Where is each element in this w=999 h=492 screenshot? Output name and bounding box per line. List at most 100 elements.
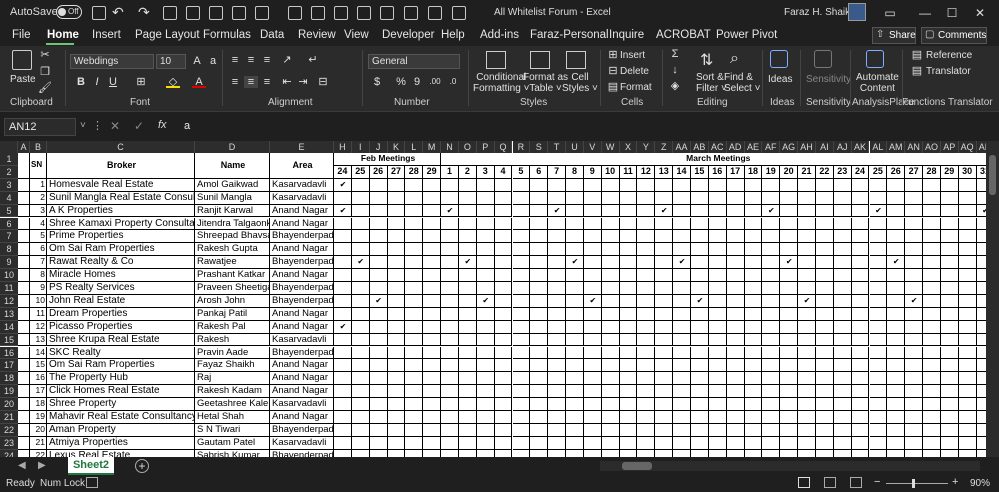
meeting-cell[interactable]: [923, 307, 941, 321]
meeting-cell[interactable]: [744, 191, 763, 205]
meeting-cell[interactable]: [673, 385, 691, 399]
cell-a[interactable]: [18, 333, 30, 347]
meeting-cell[interactable]: [958, 243, 977, 257]
meeting-cell[interactable]: [691, 230, 709, 244]
meeting-cell[interactable]: [815, 191, 834, 205]
meeting-cell[interactable]: [958, 411, 977, 424]
meeting-cell[interactable]: [548, 282, 567, 295]
sn-cell[interactable]: 2: [30, 191, 47, 205]
meeting-cell[interactable]: [495, 449, 513, 457]
zoom-in-icon[interactable]: +: [952, 476, 958, 488]
meeting-cell[interactable]: [458, 320, 477, 334]
meeting-cell[interactable]: [691, 217, 709, 231]
meeting-cell[interactable]: [869, 411, 888, 424]
meeting-cell[interactable]: [976, 372, 986, 386]
meeting-cell[interactable]: [405, 411, 424, 424]
meeting-cell[interactable]: [619, 333, 638, 347]
column-header[interactable]: J: [369, 141, 388, 153]
meeting-cell[interactable]: [726, 178, 745, 192]
meeting-cell[interactable]: [637, 269, 656, 282]
menu-power-pivot[interactable]: Power Pivot: [716, 29, 777, 41]
meeting-cell[interactable]: [887, 346, 906, 360]
meeting-cell[interactable]: [691, 320, 709, 334]
number-format-dropdown[interactable]: General: [368, 54, 460, 69]
meeting-cell[interactable]: [798, 372, 816, 386]
wrap-text-icon[interactable]: ↵: [306, 54, 320, 66]
meeting-cell[interactable]: [619, 243, 638, 257]
meeting-cell[interactable]: [887, 372, 906, 386]
meeting-cell[interactable]: [583, 243, 602, 257]
meeting-cell[interactable]: [887, 204, 906, 218]
sn-cell[interactable]: 10: [30, 294, 47, 308]
meeting-cell[interactable]: [655, 385, 674, 399]
area-cell[interactable]: Kasarvadavli: [270, 333, 334, 347]
meeting-cell[interactable]: [601, 398, 620, 411]
name-cell[interactable]: S N Tiwari: [195, 423, 270, 437]
meeting-cell[interactable]: [976, 218, 986, 231]
meeting-cell[interactable]: [940, 333, 959, 347]
meeting-cell[interactable]: [494, 269, 513, 282]
meeting-cell[interactable]: [726, 269, 745, 282]
meeting-cell[interactable]: [458, 372, 477, 386]
area-cell[interactable]: Anand Nagar: [270, 372, 334, 386]
meeting-cell[interactable]: [351, 411, 370, 424]
sn-cell[interactable]: 7: [30, 256, 47, 270]
meeting-cell[interactable]: [477, 449, 495, 457]
meeting-cell[interactable]: [851, 230, 870, 244]
meeting-cell[interactable]: [476, 204, 495, 218]
meeting-cell[interactable]: [976, 347, 986, 360]
meeting-cell[interactable]: [637, 398, 656, 411]
broker-cell[interactable]: Aman Property: [47, 423, 195, 437]
meeting-cell[interactable]: [851, 436, 870, 450]
row-header[interactable]: 15: [0, 333, 18, 347]
meeting-cell[interactable]: [441, 385, 459, 399]
meeting-cell[interactable]: [369, 178, 388, 192]
meeting-cell[interactable]: [976, 179, 986, 192]
meeting-cell[interactable]: [405, 436, 424, 450]
area-cell[interactable]: Bhayenderpada: [270, 449, 334, 457]
meeting-cell[interactable]: [815, 333, 834, 347]
meeting-cell[interactable]: [923, 256, 941, 270]
cell-a[interactable]: [18, 346, 30, 360]
meeting-cell[interactable]: [762, 333, 781, 347]
formula-input[interactable]: a: [178, 118, 993, 136]
meeting-cell[interactable]: [637, 230, 656, 244]
area-cell[interactable]: Bhayenderpada: [270, 282, 334, 295]
meeting-cell[interactable]: [423, 307, 442, 321]
format-cells-button[interactable]: Format: [620, 82, 652, 93]
meeting-cell[interactable]: [351, 294, 370, 308]
meeting-cell[interactable]: [387, 230, 406, 244]
meeting-cell[interactable]: [869, 243, 888, 257]
meeting-cell[interactable]: [351, 307, 370, 321]
day-header[interactable]: 24: [334, 165, 352, 179]
meeting-cell[interactable]: [458, 346, 477, 360]
meeting-cell[interactable]: [476, 320, 495, 334]
meeting-cell[interactable]: [708, 398, 727, 411]
sort-filter-button[interactable]: Sort & Filter ˅: [696, 72, 727, 94]
meeting-cell[interactable]: [387, 243, 406, 257]
meeting-cell[interactable]: [441, 423, 459, 437]
meeting-cell[interactable]: [334, 307, 352, 321]
meeting-cell[interactable]: [458, 423, 477, 437]
meeting-cell[interactable]: [601, 320, 620, 334]
meeting-cell[interactable]: [619, 294, 638, 308]
meeting-cell[interactable]: [726, 423, 745, 437]
meeting-cell[interactable]: [602, 449, 620, 457]
meeting-cell[interactable]: [405, 359, 424, 373]
meeting-cell[interactable]: [566, 178, 584, 192]
meeting-cell[interactable]: [780, 359, 799, 373]
meeting-cell[interactable]: [405, 346, 424, 360]
meeting-cell[interactable]: [905, 178, 924, 192]
meeting-cell[interactable]: [744, 307, 763, 321]
meeting-cell[interactable]: [513, 449, 531, 457]
menu-insert[interactable]: Insert: [92, 29, 121, 41]
broker-cell[interactable]: Dream Properties: [47, 307, 195, 321]
meeting-cell[interactable]: [619, 191, 638, 205]
meeting-cell[interactable]: [815, 178, 834, 192]
meeting-cell[interactable]: [530, 333, 549, 347]
meeting-cell[interactable]: [476, 411, 495, 424]
meeting-cell[interactable]: [387, 307, 406, 321]
redo-icon[interactable]: ↷: [138, 4, 150, 21]
meeting-cell[interactable]: [583, 269, 602, 282]
page-break-view-icon[interactable]: [850, 477, 862, 488]
